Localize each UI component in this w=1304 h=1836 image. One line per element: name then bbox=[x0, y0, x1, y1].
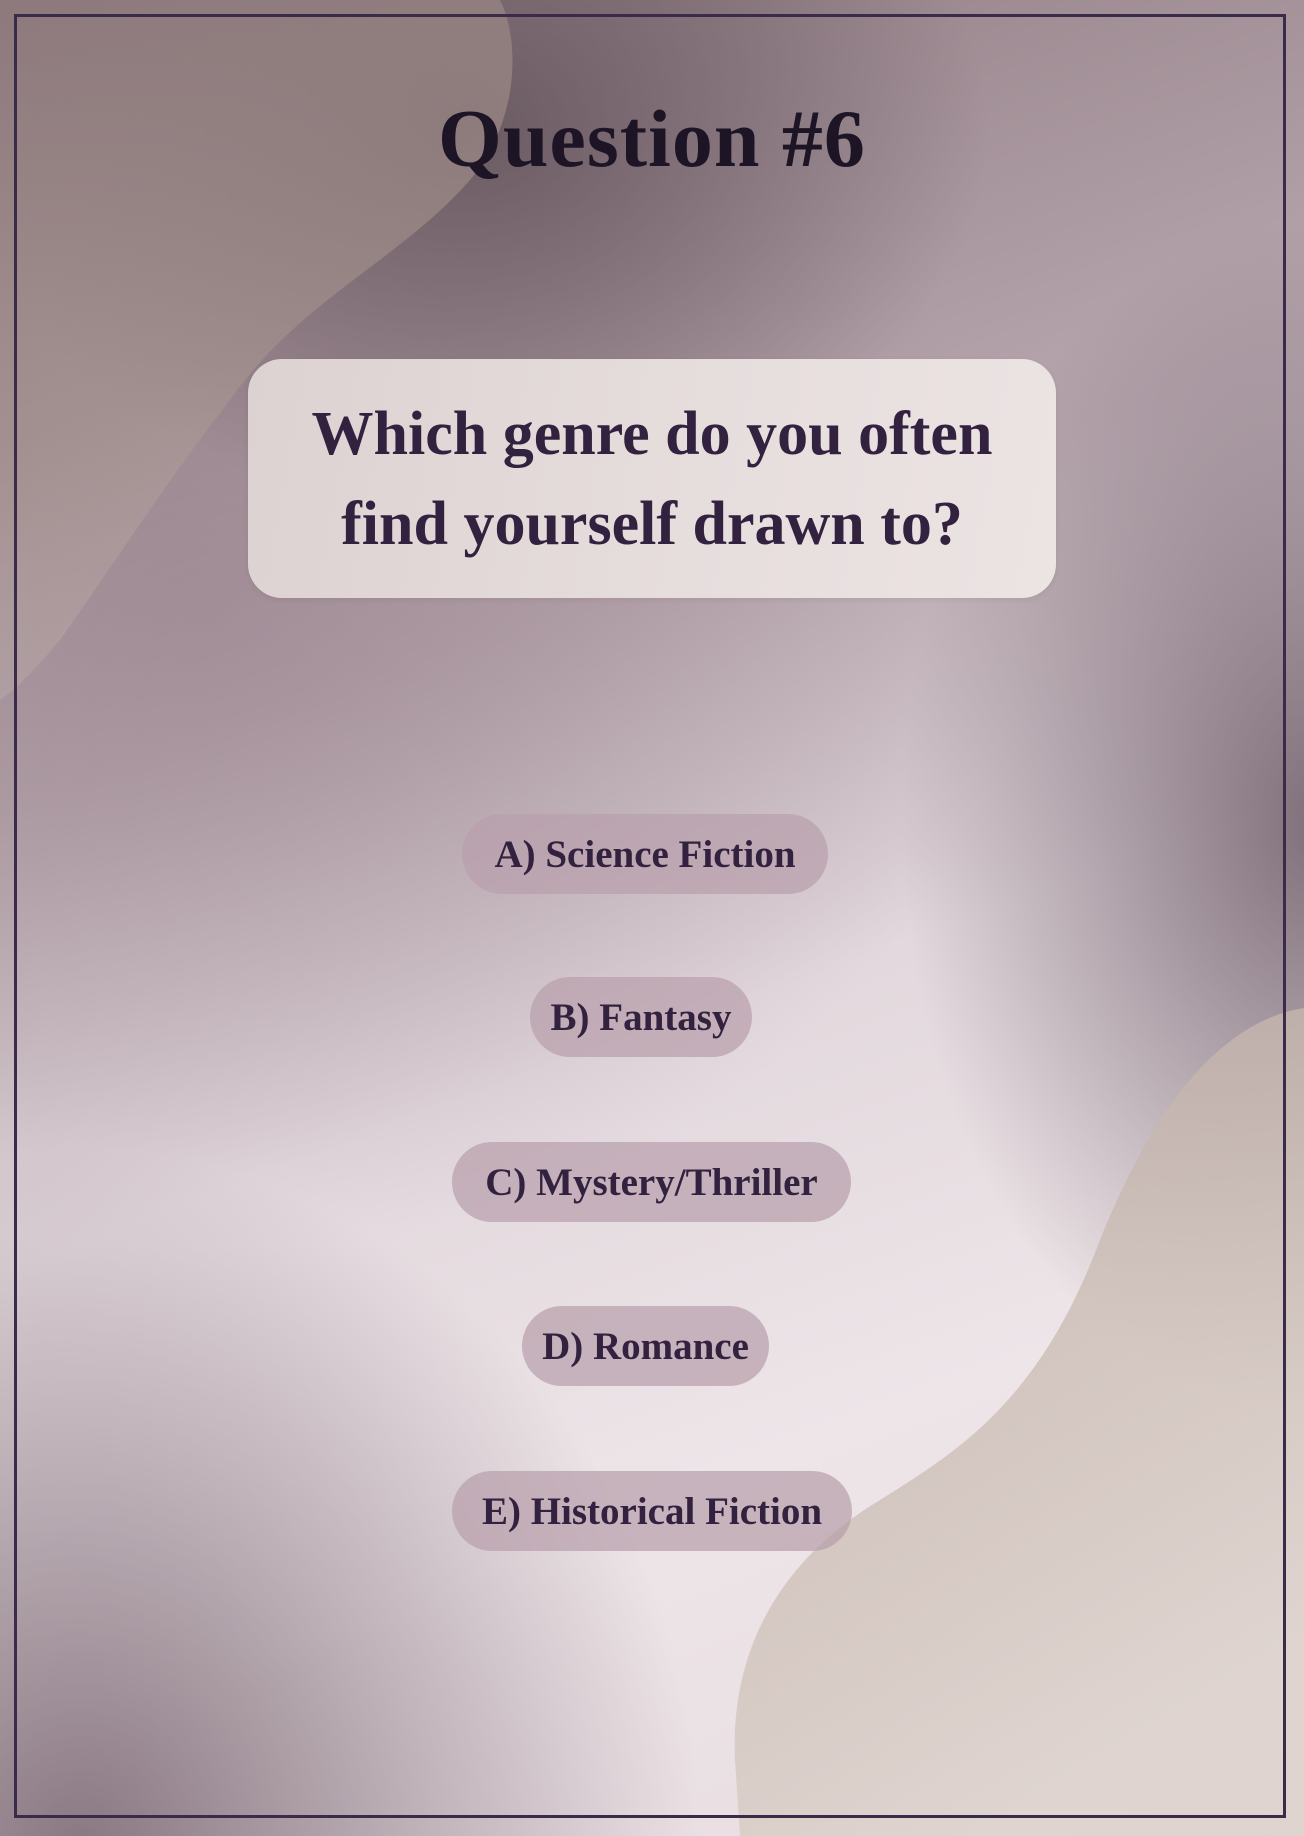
question-text: Which genre do you often find yourself d… bbox=[311, 399, 993, 558]
question-number-title: Question #6 bbox=[438, 93, 866, 184]
decorative-blob-top-left bbox=[0, 0, 1304, 1836]
answer-option-a[interactable]: A) Science Fiction bbox=[462, 814, 828, 894]
answer-option-d[interactable]: D) Romance bbox=[522, 1306, 769, 1386]
question-card: Which genre do you often find yourself d… bbox=[248, 359, 1056, 598]
decorative-blob-bottom-right bbox=[734, 1008, 1304, 1836]
answer-option-c[interactable]: C) Mystery/Thriller bbox=[452, 1142, 851, 1222]
worksheet-page: Question #6 Which genre do you often fin… bbox=[0, 0, 1304, 1836]
answer-option-b[interactable]: B) Fantasy bbox=[530, 977, 752, 1057]
answer-option-e[interactable]: E) Historical Fiction bbox=[452, 1471, 852, 1551]
